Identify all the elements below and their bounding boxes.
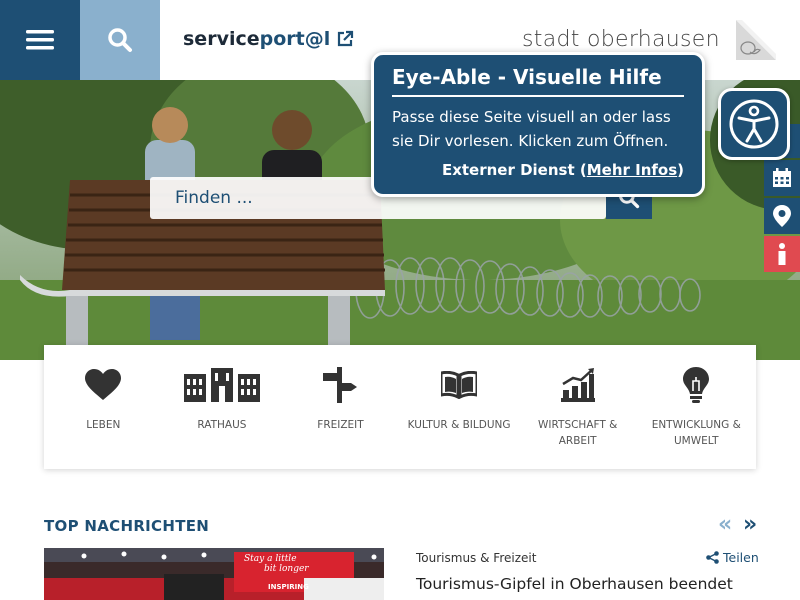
lightbulb-icon — [683, 367, 710, 403]
share-button[interactable]: Teilen — [706, 550, 759, 565]
category-entwicklung-umwelt[interactable]: Entwicklung & Umwelt — [637, 345, 756, 469]
search-icon — [108, 28, 132, 52]
eye-able-text: Passe diese Seite visuell an oder lass s… — [392, 108, 671, 150]
share-icon — [706, 551, 719, 564]
news-banner-text: Stay a little bit longer — [244, 554, 309, 574]
category-label: Wirtschaft & Arbeit — [538, 419, 618, 447]
news-category: Tourismus & Freizeit — [416, 551, 537, 565]
signpost-icon — [323, 367, 358, 403]
calendar-icon — [773, 168, 791, 187]
side-tool-info[interactable] — [764, 236, 800, 272]
side-tool-map[interactable] — [764, 198, 800, 234]
accessibility-person-icon — [729, 99, 779, 149]
category-kultur-bildung[interactable]: Kultur & Bildung — [400, 345, 519, 469]
site-search-placeholder: Finden ... — [175, 188, 253, 208]
news-teaser-image[interactable]: Stay a little bit longer INSPIRING — [44, 548, 384, 600]
town-hall-icon — [183, 368, 260, 402]
book-icon — [441, 371, 478, 399]
site-logo-text[interactable]: stadt oberhausen — [522, 27, 720, 52]
hamburger-menu-icon — [26, 30, 54, 50]
eye-able-popup: Eye-Able - Visuelle Hilfe Passe diese Se… — [371, 52, 705, 197]
external-link-icon — [338, 30, 354, 47]
category-tiles: Leben Rathaus Freizeit Kultur & Bildung — [44, 345, 756, 469]
news-title[interactable]: Tourismus-Gipfel in Oberhausen beendet — [416, 575, 733, 593]
category-freizeit[interactable]: Freizeit — [281, 345, 400, 469]
category-rathaus[interactable]: Rathaus — [163, 345, 282, 469]
news-prev-button[interactable]: « — [718, 512, 732, 537]
info-icon — [778, 243, 786, 265]
category-label: Leben — [86, 419, 121, 431]
search-button[interactable] — [80, 0, 160, 80]
news-banner-caption: INSPIRING — [268, 583, 309, 591]
serviceportal-link[interactable]: serviceport@l — [183, 28, 354, 50]
chart-icon — [560, 368, 595, 402]
share-label: Teilen — [723, 550, 759, 565]
category-label: Rathaus — [197, 419, 247, 431]
menu-button[interactable] — [0, 0, 80, 80]
category-leben[interactable]: Leben — [44, 345, 163, 469]
category-label: Kultur & Bildung — [407, 419, 511, 431]
serviceportal-label: serviceport@l — [183, 28, 331, 50]
eye-able-external-note: Externer Dienst (Mehr Infos) — [441, 161, 684, 179]
news-next-button[interactable]: » — [743, 512, 757, 537]
news-photo — [44, 548, 384, 600]
top-news-heading: TOP NACHRICHTEN — [44, 517, 210, 535]
category-label: Freizeit — [317, 419, 364, 431]
category-wirtschaft-arbeit[interactable]: Wirtschaft & Arbeit — [518, 345, 637, 469]
side-tool-calendar[interactable] — [764, 160, 800, 196]
category-label: Entwicklung & Umwelt — [651, 419, 741, 447]
heart-icon — [85, 369, 122, 400]
map-pin-icon — [773, 205, 791, 227]
eye-able-more-info-link[interactable]: Mehr Infos — [587, 161, 677, 179]
eye-able-button[interactable] — [718, 88, 790, 160]
eye-able-title: Eye-Able - Visuelle Hilfe — [392, 65, 684, 97]
city-logo-icon[interactable] — [736, 20, 776, 60]
